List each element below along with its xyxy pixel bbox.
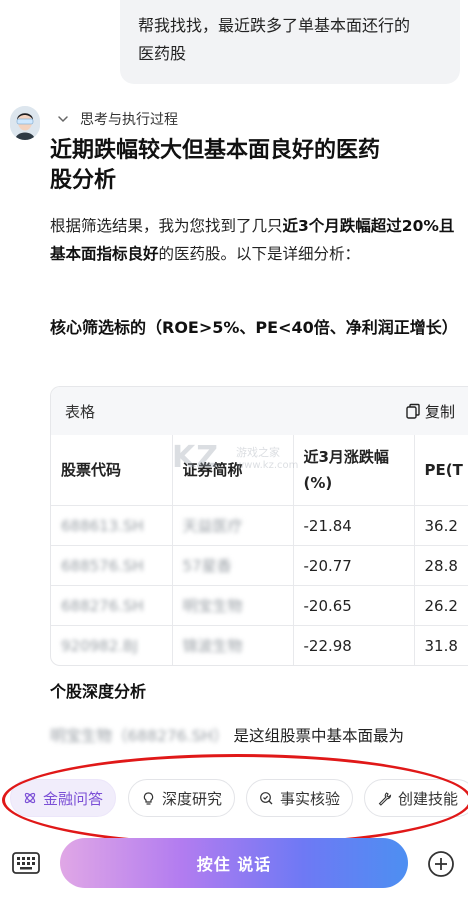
chevron-down-icon <box>58 116 68 123</box>
table-header-row: 股票代码 证券简称 近3月涨跌幅(%) PE(T <box>51 435 468 506</box>
hold-to-talk-button[interactable]: 按住 说话 <box>60 838 408 888</box>
thinking-process-label: 思考与执行过程 <box>80 112 178 128</box>
table-label: 表格 <box>65 402 96 421</box>
stock-name-cell: 锦波生物 <box>172 625 294 665</box>
change-cell: -20.77 <box>293 545 415 586</box>
stock-code: 688576.SH <box>61 556 144 575</box>
user-message-line: 医药股 <box>138 44 187 63</box>
user-message-bubble: 帮我找找，最近跌多了单基本面还行的 医药股 <box>120 0 460 84</box>
column-header: 股票代码 <box>51 435 173 506</box>
copy-button[interactable]: 复制 <box>405 401 455 422</box>
bulb-icon <box>143 791 154 805</box>
user-message-line: 帮我找找，最近跌多了单基本面还行的 <box>138 16 411 35</box>
copy-icon <box>406 403 420 419</box>
wrench-icon <box>378 791 392 806</box>
table-row: 688576.SH 57星香 -20.77 28.8 <box>51 545 468 586</box>
chip-label: 事实核验 <box>280 789 341 808</box>
table-card-header: 表格 复制 <box>51 387 468 435</box>
stock-table: 股票代码 证券简称 近3月涨跌幅(%) PE(T 688613.SH 天益医疗 … <box>51 435 468 665</box>
chip-fact-check[interactable]: 事实核验 <box>246 779 354 817</box>
answer-title-line1: 近期跌幅较大但基本面良好的医药 <box>50 138 381 163</box>
answer-title-line2: 股分析 <box>50 168 117 193</box>
chip-label: 金融问答 <box>43 789 104 808</box>
deep-analysis-sentence: 是这组股票中基本面最为 <box>233 727 405 745</box>
stock-name-cell: 天益医疗 <box>172 505 294 546</box>
stock-name-cell: 明宝生物 <box>172 585 294 626</box>
column-header: 证券简称 <box>172 435 294 506</box>
table-row: 688276.SH 明宝生物 -20.65 26.2 <box>51 585 468 626</box>
intro-text-end: 的医药股。以下是详细分析： <box>158 245 361 263</box>
stock-name-cell: 57星香 <box>172 545 294 586</box>
stock-name: 明宝生物 <box>182 597 243 615</box>
stock-code-cell: 688276.SH <box>51 585 173 626</box>
chip-label: 深度研究 <box>162 789 223 808</box>
stock-name: 天益医疗 <box>182 517 243 535</box>
stock-code-cell: 920982.BJ <box>51 625 173 665</box>
pe-cell: 36.2 <box>414 505 468 546</box>
quick-chip-bar: 金融问答 深度研究 事实核验 创建技能 <box>0 774 468 822</box>
change-cell: -21.84 <box>293 505 415 546</box>
column-header: PE(T <box>414 435 468 506</box>
stock-code-cell: 688576.SH <box>51 545 173 586</box>
core-section-heading: 核心筛选标的（ROE>5%、PE<40倍、净利润正增长） <box>50 318 458 337</box>
copy-label: 复制 <box>424 402 455 421</box>
stock-code: 688276.SH <box>61 596 144 615</box>
chip-finance-qa[interactable]: 金融问答 <box>10 779 117 817</box>
atom-icon <box>24 792 36 804</box>
assistant-avatar <box>10 106 40 140</box>
thinking-process-toggle[interactable]: 思考与执行过程 <box>56 108 178 130</box>
stock-name: 57星香 <box>182 557 232 575</box>
stock-code: 920982.BJ <box>61 636 138 655</box>
deep-analysis-stock: 明宝生物（688276.SH） <box>50 727 229 745</box>
deep-analysis-heading: 个股深度分析 <box>50 682 147 701</box>
stock-code: 688613.SH <box>61 516 144 535</box>
answer-intro: 根据筛选结果，我为您找到了几只近3个月跌幅超过20%且基本面指标良好的医药股。以… <box>50 212 460 268</box>
chip-label: 创建技能 <box>398 789 459 808</box>
plus-icon[interactable] <box>427 850 455 878</box>
keyboard-icon[interactable] <box>12 852 40 874</box>
pe-cell: 26.2 <box>414 585 468 626</box>
deep-analysis-text: 明宝生物（688276.SH） 是这组股票中基本面最为 <box>50 722 460 750</box>
table-row: 688613.SH 天益医疗 -21.84 36.2 <box>51 505 468 546</box>
pe-cell: 28.8 <box>414 545 468 586</box>
pe-cell: 31.8 <box>414 625 468 665</box>
table-row: 920982.BJ 锦波生物 -22.98 31.8 <box>51 625 468 665</box>
chip-deep-research[interactable]: 深度研究 <box>128 779 236 817</box>
change-cell: -22.98 <box>293 625 415 665</box>
answer-title: 近期跌幅较大但基本面良好的医药 股分析 <box>50 136 460 196</box>
stock-code-cell: 688613.SH <box>51 505 173 546</box>
column-header: 近3月涨跌幅(%) <box>293 435 415 506</box>
change-cell: -20.65 <box>293 585 415 626</box>
stock-name: 锦波生物 <box>182 637 243 655</box>
stock-table-card: 表格 复制 股票代码 证券简称 近3月涨跌幅(%) PE(T 688613.SH… <box>50 386 468 666</box>
intro-text: 根据筛选结果，我为您找到了几只 <box>50 217 283 235</box>
check-search-icon <box>260 791 273 804</box>
chip-create-skill[interactable]: 创建技能 <box>364 779 468 817</box>
